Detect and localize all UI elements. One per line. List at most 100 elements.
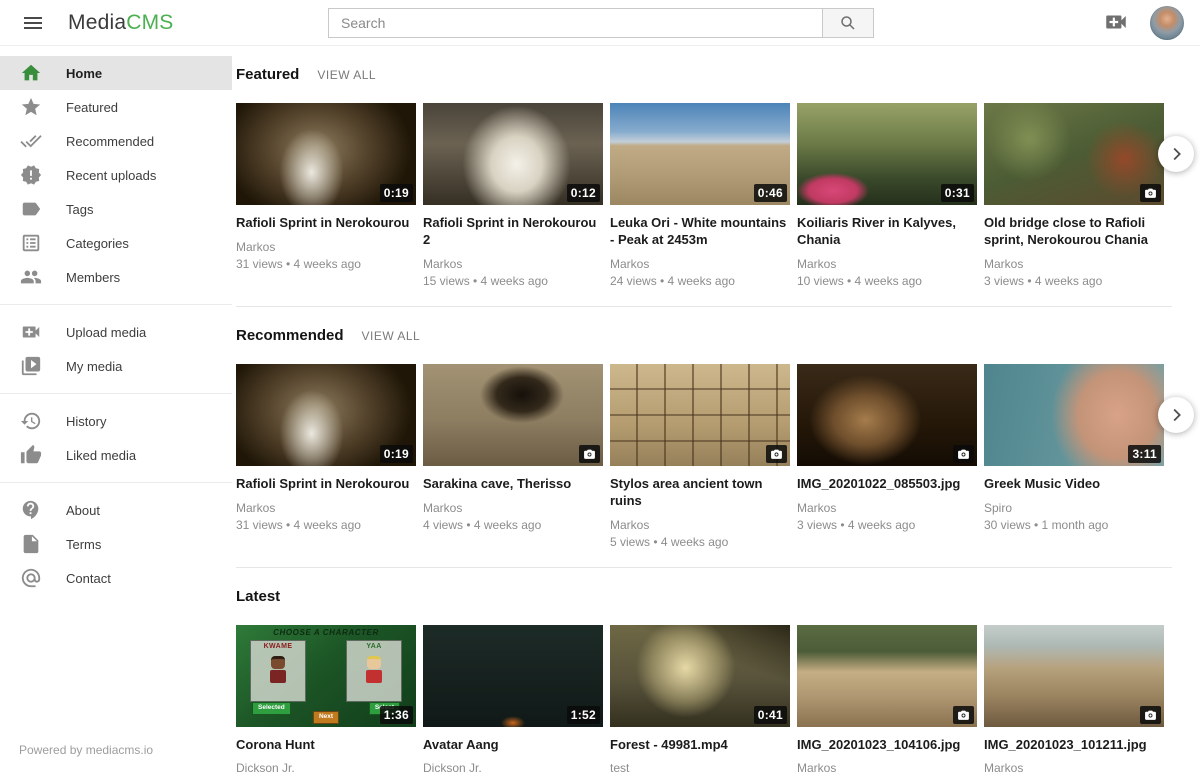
section-title: Featured bbox=[236, 66, 299, 83]
media-thumbnail[interactable] bbox=[797, 364, 977, 466]
sidebar-item-label: Home bbox=[66, 66, 102, 81]
star-icon bbox=[20, 96, 42, 118]
media-title[interactable]: Rafioli Sprint in Nerokourou 2 bbox=[423, 215, 603, 249]
sidebar-item-recommended[interactable]: Recommended bbox=[0, 124, 232, 158]
search-button[interactable] bbox=[822, 8, 874, 38]
media-author[interactable]: Markos bbox=[423, 257, 603, 271]
media-title[interactable]: Avatar Aang bbox=[423, 737, 603, 754]
media-title[interactable]: Sarakina cave, Therisso bbox=[423, 476, 603, 493]
sidebar-item-label: Contact bbox=[66, 571, 111, 586]
media-card[interactable]: IMG_20201023_104106.jpg Markos 4 views •… bbox=[797, 625, 977, 775]
media-author[interactable]: test bbox=[610, 761, 790, 775]
media-card[interactable]: 0:19 Rafioli Sprint in Nerokourou Markos… bbox=[236, 103, 416, 288]
media-title[interactable]: Koiliaris River in Kalyves, Chania bbox=[797, 215, 977, 249]
media-thumbnail[interactable]: 0:31 bbox=[797, 103, 977, 205]
media-thumbnail[interactable] bbox=[984, 625, 1164, 727]
media-author[interactable]: Dickson Jr. bbox=[423, 761, 603, 775]
media-title[interactable]: IMG_20201023_104106.jpg bbox=[797, 737, 977, 754]
sidebar-item-categories[interactable]: Categories bbox=[0, 226, 232, 260]
view-all-link[interactable]: VIEW ALL bbox=[362, 329, 421, 343]
media-author[interactable]: Spiro bbox=[984, 501, 1164, 515]
media-card[interactable]: Sarakina cave, Therisso Markos 4 views •… bbox=[423, 364, 603, 549]
media-section: Recommended VIEW ALL 0:19 Rafioli Sprint… bbox=[236, 307, 1172, 568]
done-all-icon bbox=[20, 130, 42, 152]
media-author[interactable]: Markos bbox=[610, 257, 790, 271]
sidebar-item-tags[interactable]: Tags bbox=[0, 192, 232, 226]
media-title[interactable]: Old bridge close to Rafioli sprint, Nero… bbox=[984, 215, 1164, 249]
media-author[interactable]: Markos bbox=[797, 257, 977, 271]
sidebar-item-featured[interactable]: Featured bbox=[0, 90, 232, 124]
search-input[interactable] bbox=[328, 8, 822, 38]
media-author[interactable]: Markos bbox=[610, 518, 790, 532]
media-card[interactable]: IMG_20201023_101211.jpg Markos 4 views •… bbox=[984, 625, 1164, 775]
media-thumbnail[interactable] bbox=[610, 364, 790, 466]
game-next-button: Next bbox=[313, 711, 339, 724]
duration-badge: 0:46 bbox=[754, 184, 787, 202]
media-card[interactable]: 0:41 Forest - 49981.mp4 test 17 views • … bbox=[610, 625, 790, 775]
thumb-up-icon bbox=[20, 444, 42, 466]
media-thumbnail[interactable]: 0:19 bbox=[236, 364, 416, 466]
media-thumbnail[interactable]: 0:12 bbox=[423, 103, 603, 205]
media-title[interactable]: Greek Music Video bbox=[984, 476, 1164, 493]
menu-button[interactable] bbox=[18, 8, 48, 38]
sidebar-item-history[interactable]: History bbox=[0, 404, 232, 438]
media-card[interactable]: Old bridge close to Rafioli sprint, Nero… bbox=[984, 103, 1164, 288]
sidebar-item-label: My media bbox=[66, 359, 122, 374]
game-character-box: YAA bbox=[346, 640, 402, 702]
sidebar-item-contact[interactable]: Contact bbox=[0, 561, 232, 595]
media-thumbnail[interactable]: 3:11 bbox=[984, 364, 1164, 466]
sidebar-item-liked-media[interactable]: Liked media bbox=[0, 438, 232, 472]
user-avatar[interactable] bbox=[1150, 6, 1184, 40]
media-title[interactable]: Rafioli Sprint in Nerokourou bbox=[236, 476, 416, 493]
media-author[interactable]: Dickson Jr. bbox=[236, 761, 416, 775]
media-thumbnail[interactable] bbox=[797, 625, 977, 727]
sidebar-item-recent-uploads[interactable]: Recent uploads bbox=[0, 158, 232, 192]
logo[interactable]: MediaCMS bbox=[68, 11, 173, 35]
sidebar-item-label: Categories bbox=[66, 236, 129, 251]
media-author[interactable]: Markos bbox=[236, 501, 416, 515]
media-title[interactable]: Leuka Ori - White mountains - Peak at 24… bbox=[610, 215, 790, 249]
media-card[interactable]: 0:12 Rafioli Sprint in Nerokourou 2 Mark… bbox=[423, 103, 603, 288]
sidebar-item-upload-media[interactable]: Upload media bbox=[0, 315, 232, 349]
media-title[interactable]: Corona Hunt bbox=[236, 737, 416, 754]
sidebar-item-home[interactable]: Home bbox=[0, 56, 232, 90]
media-author[interactable]: Markos bbox=[797, 501, 977, 515]
media-title[interactable]: IMG_20201022_085503.jpg bbox=[797, 476, 977, 493]
image-type-badge bbox=[953, 445, 974, 463]
media-title[interactable]: Stylos area ancient town ruins bbox=[610, 476, 790, 510]
media-thumbnail[interactable]: 1:52 bbox=[423, 625, 603, 727]
media-card[interactable]: 0:19 Rafioli Sprint in Nerokourou Markos… bbox=[236, 364, 416, 549]
media-card[interactable]: 0:31 Koiliaris River in Kalyves, Chania … bbox=[797, 103, 977, 288]
view-all-link[interactable]: VIEW ALL bbox=[317, 68, 376, 82]
media-card[interactable]: IMG_20201022_085503.jpg Markos 3 views •… bbox=[797, 364, 977, 549]
media-author[interactable]: Markos bbox=[423, 501, 603, 515]
media-thumbnail[interactable]: 0:46 bbox=[610, 103, 790, 205]
media-card[interactable]: 1:52 Avatar Aang Dickson Jr. 12 views • … bbox=[423, 625, 603, 775]
upload-media-button[interactable] bbox=[1102, 9, 1130, 37]
media-card[interactable]: 3:11 Greek Music Video Spiro 30 views • … bbox=[984, 364, 1164, 549]
media-title[interactable]: Forest - 49981.mp4 bbox=[610, 737, 790, 754]
media-card[interactable]: 0:46 Leuka Ori - White mountains - Peak … bbox=[610, 103, 790, 288]
media-author[interactable]: Markos bbox=[236, 240, 416, 254]
media-title[interactable]: IMG_20201023_101211.jpg bbox=[984, 737, 1164, 754]
topbar-actions bbox=[1102, 6, 1184, 40]
media-author[interactable]: Markos bbox=[797, 761, 977, 775]
media-thumbnail[interactable]: 0:19 bbox=[236, 103, 416, 205]
sidebar-item-my-media[interactable]: My media bbox=[0, 349, 232, 383]
media-author[interactable]: Markos bbox=[984, 257, 1164, 271]
carousel-next-button[interactable] bbox=[1158, 136, 1194, 172]
sidebar-item-terms[interactable]: Terms bbox=[0, 527, 232, 561]
media-card[interactable]: CHOOSE A CHARACTERKWAMEYAASelectedNextSe… bbox=[236, 625, 416, 775]
sidebar-item-about[interactable]: About bbox=[0, 493, 232, 527]
new-releases-icon bbox=[20, 164, 42, 186]
media-title[interactable]: Rafioli Sprint in Nerokourou bbox=[236, 215, 416, 232]
media-section: Featured VIEW ALL 0:19 Rafioli Sprint in… bbox=[236, 46, 1172, 307]
media-thumbnail[interactable]: 0:41 bbox=[610, 625, 790, 727]
media-author[interactable]: Markos bbox=[984, 761, 1164, 775]
carousel-next-button[interactable] bbox=[1158, 397, 1194, 433]
media-card[interactable]: Stylos area ancient town ruins Markos 5 … bbox=[610, 364, 790, 549]
media-thumbnail[interactable]: CHOOSE A CHARACTERKWAMEYAASelectedNextSe… bbox=[236, 625, 416, 727]
media-thumbnail[interactable] bbox=[984, 103, 1164, 205]
media-thumbnail[interactable] bbox=[423, 364, 603, 466]
sidebar-item-members[interactable]: Members bbox=[0, 260, 232, 294]
